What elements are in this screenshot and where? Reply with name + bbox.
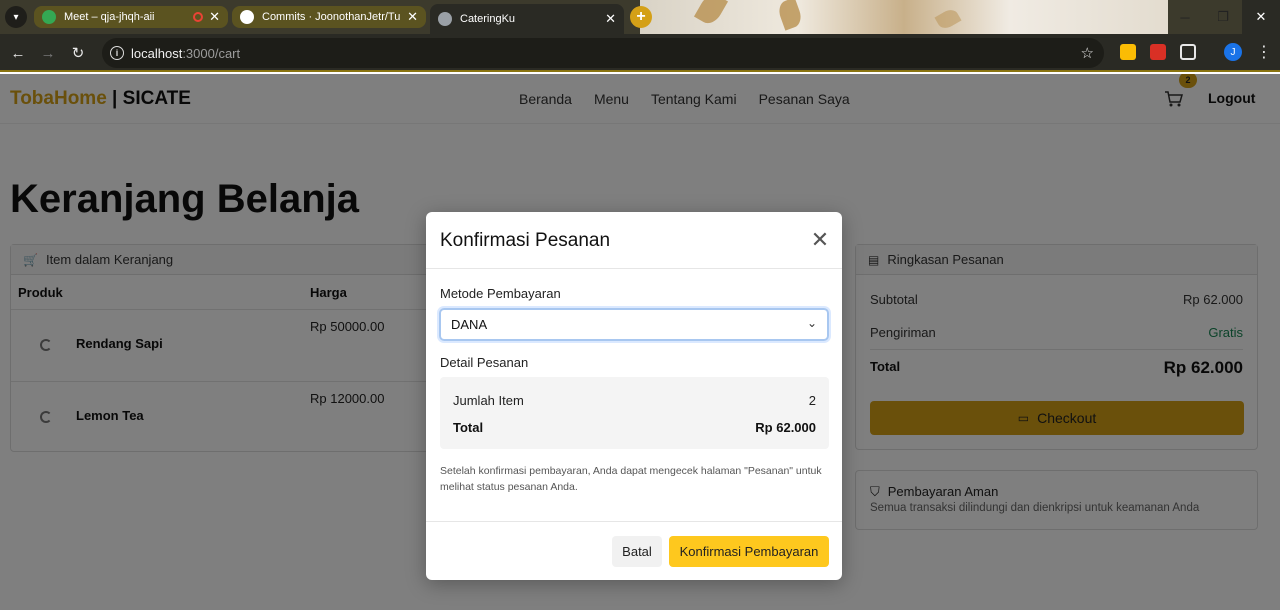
- browser-tab-meet[interactable]: Meet – qja-jhqh-aii ✕: [34, 6, 228, 28]
- restore-button[interactable]: ❐: [1204, 0, 1242, 34]
- leaf-decoration: [693, 0, 729, 28]
- browser-tab-cateringku[interactable]: CateringKu ✕: [430, 4, 624, 34]
- tab-close-icon[interactable]: ✕: [605, 11, 616, 27]
- cancel-button[interactable]: Batal: [612, 536, 662, 567]
- forward-arrow-icon[interactable]: →: [37, 42, 59, 64]
- browser-tab-github[interactable]: Commits · JoonothanJetr/Tuber ✕: [232, 6, 426, 28]
- leaf-decoration: [934, 6, 962, 32]
- site-info-icon[interactable]: i: [110, 46, 124, 60]
- payment-method-label: Metode Pembayaran: [440, 286, 561, 301]
- minimize-button[interactable]: ─: [1166, 0, 1204, 34]
- new-tab-button[interactable]: +: [630, 6, 652, 28]
- github-favicon-icon: [240, 10, 254, 24]
- leaf-decoration: [775, 0, 805, 31]
- browser-tab-strip: ▾ Meet – qja-jhqh-aii ✕ Commits · Joonot…: [0, 0, 1280, 34]
- tab-search-button[interactable]: ▾: [5, 6, 27, 28]
- modal-header: Konfirmasi Pesanan ✕: [426, 212, 842, 269]
- order-detail-label: Detail Pesanan: [440, 355, 529, 370]
- modal-footer: Batal Konfirmasi Pembayaran: [426, 521, 842, 580]
- bookmark-star-icon[interactable]: ☆: [1081, 44, 1094, 62]
- globe-favicon-icon: [438, 12, 452, 26]
- reload-icon[interactable]: ↻: [67, 42, 89, 64]
- tab-strip-background: [640, 0, 1168, 34]
- puzzle-extensions-icon[interactable]: [1180, 44, 1196, 60]
- item-count-row: Jumlah Item 2: [453, 393, 816, 408]
- browser-toolbar: ← → ↻ i localhost:3000/cart ☆ J ⋮: [0, 34, 1280, 72]
- extension-icon[interactable]: [1120, 44, 1136, 60]
- confirmation-note: Setelah konfirmasi pembayaran, Anda dapa…: [440, 465, 822, 493]
- address-bar[interactable]: i localhost:3000/cart ☆: [102, 38, 1104, 68]
- tab-close-icon[interactable]: ✕: [209, 9, 220, 25]
- back-arrow-icon[interactable]: ←: [7, 42, 29, 64]
- close-icon[interactable]: ✕: [808, 227, 832, 252]
- recording-icon: [193, 12, 204, 22]
- url-text: localhost:3000/cart: [131, 46, 241, 61]
- window-close-button[interactable]: ✕: [1242, 0, 1280, 34]
- confirm-payment-button[interactable]: Konfirmasi Pembayaran: [669, 536, 829, 567]
- chevron-down-icon: ⌄: [806, 316, 817, 330]
- extension-icon[interactable]: [1150, 44, 1166, 60]
- order-detail-box: Jumlah Item 2 Total Rp 62.000: [440, 377, 829, 449]
- order-confirmation-modal: Konfirmasi Pesanan ✕ Metode Pembayaran D…: [426, 212, 842, 580]
- meet-favicon-icon: [42, 10, 56, 24]
- payment-method-select[interactable]: DANA ⌄: [439, 308, 829, 341]
- modal-title: Konfirmasi Pesanan: [440, 230, 611, 251]
- tab-close-icon[interactable]: ✕: [407, 9, 418, 25]
- profile-avatar[interactable]: J: [1224, 43, 1242, 61]
- total-row: Total Rp 62.000: [453, 420, 816, 435]
- browser-menu-icon[interactable]: ⋮: [1256, 42, 1272, 62]
